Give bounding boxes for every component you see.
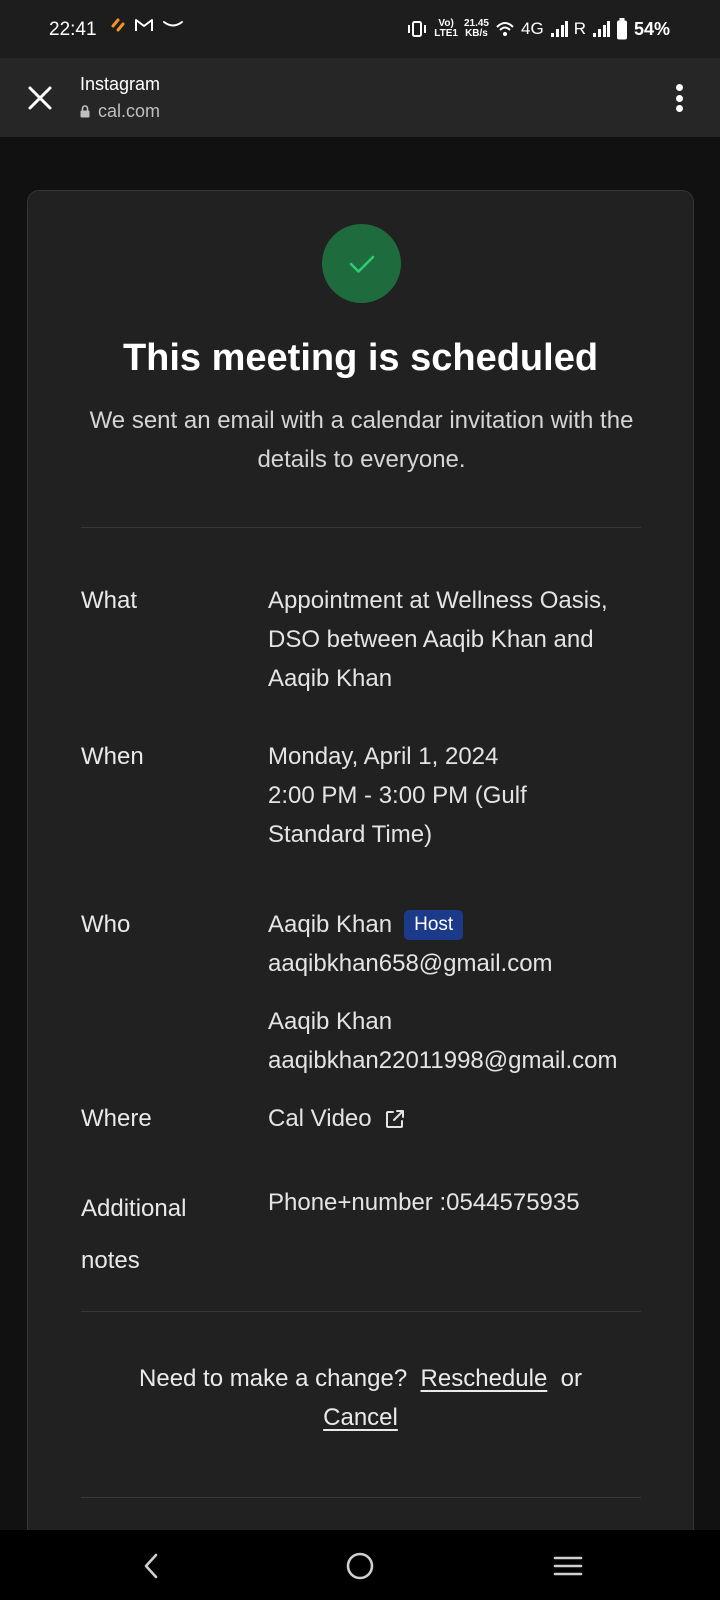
where-value: Cal Video xyxy=(268,1099,698,1138)
attendee-name: Aaqib Khan xyxy=(268,1008,393,1035)
network-type: 4G xyxy=(521,19,544,38)
battery-percent: 54% xyxy=(633,18,670,39)
home-icon xyxy=(346,1552,374,1580)
reschedule-link[interactable]: Reschedule xyxy=(421,1365,548,1392)
where-label: Where xyxy=(81,1105,152,1132)
back-icon xyxy=(144,1553,158,1579)
gmail-icon xyxy=(135,19,153,31)
notification-icons xyxy=(110,17,184,33)
web-content: This meeting is scheduled We sent an ema… xyxy=(0,137,720,1530)
home-button[interactable] xyxy=(340,1546,380,1586)
who-host: Aaqib Khan Host aaqibkhan658@gmail.com xyxy=(268,905,698,983)
back-button[interactable] xyxy=(131,1546,171,1586)
cancel-link[interactable]: Cancel xyxy=(323,1404,398,1431)
booking-success-card: This meeting is scheduled We sent an ema… xyxy=(27,190,694,1530)
notes-label: Additional notes xyxy=(81,1195,187,1274)
lock-icon xyxy=(80,105,90,118)
battery-icon xyxy=(616,18,627,40)
divider xyxy=(81,527,641,528)
recents-icon xyxy=(553,1556,583,1576)
when-time: 2:00 PM - 3:00 PM (Gulf Standard Time) xyxy=(268,782,527,848)
net-speed: 21.45 KB/s xyxy=(464,19,489,39)
external-link-icon xyxy=(385,1109,404,1128)
status-time: 22:41 xyxy=(49,19,97,40)
volte-indicator: Vo) LTE1 xyxy=(434,19,458,39)
url-text: cal.com xyxy=(98,101,161,121)
status-bar: 22:41 Vo) LTE1 21.45 KB/s 4G R 54% xyxy=(0,0,720,58)
success-badge xyxy=(322,224,401,303)
notes-value: Phone+number :0544575935 xyxy=(268,1189,580,1216)
lte-label: LTE1 xyxy=(434,28,458,39)
when-date: Monday, April 1, 2024 xyxy=(268,743,499,770)
divider xyxy=(81,1497,641,1498)
system-nav-bar xyxy=(0,1530,720,1600)
vibrate-icon xyxy=(408,21,427,37)
recents-button[interactable] xyxy=(548,1546,588,1586)
status-indicators: Vo) LTE1 21.45 KB/s 4G R 54% xyxy=(406,14,720,44)
wifi-icon xyxy=(496,22,514,36)
amazon-icon xyxy=(163,21,183,27)
when-label: When xyxy=(81,743,144,770)
host-line: Aaqib Khan Host xyxy=(268,905,698,944)
divider xyxy=(81,1311,641,1312)
close-button[interactable] xyxy=(22,80,58,116)
page-title: Instagram xyxy=(80,74,161,94)
page-url[interactable]: cal.com xyxy=(80,101,160,122)
cal-video-link[interactable]: Cal Video xyxy=(268,1099,406,1138)
host-email: aaqibkhan658@gmail.com xyxy=(268,950,553,977)
signal-icon-2 xyxy=(592,21,610,37)
roaming-indicator: R xyxy=(573,19,586,38)
net-speed-unit: KB/s xyxy=(465,28,488,39)
or-text: or xyxy=(560,1365,582,1392)
booking-subtitle: We sent an email with a calendar invitat… xyxy=(89,407,634,473)
host-badge: Host xyxy=(404,910,464,940)
host-name: Aaqib Khan xyxy=(268,911,393,938)
cal-video-label: Cal Video xyxy=(268,1105,372,1132)
check-icon xyxy=(349,255,374,273)
booking-title: This meeting is scheduled xyxy=(122,337,599,379)
what-value: Appointment at Wellness Oasis, DSO betwe… xyxy=(268,587,608,692)
change-prompt: Need to make a change? Reschedule or Can… xyxy=(28,1359,693,1437)
close-icon xyxy=(28,86,52,110)
change-prompt-text: Need to make a change? xyxy=(139,1365,408,1392)
who-attendee: Aaqib Khan aaqibkhan22011998@gmail.com xyxy=(268,1002,698,1080)
attendee-email: aaqibkhan22011998@gmail.com xyxy=(268,1047,618,1074)
signal-icon xyxy=(550,21,568,37)
app-notification-icon xyxy=(111,18,125,32)
what-label: What xyxy=(81,587,138,614)
more-options-button[interactable] xyxy=(664,80,694,116)
more-vertical-icon xyxy=(675,84,683,91)
when-value: Monday, April 1, 2024 2:00 PM - 3:00 PM … xyxy=(268,737,628,854)
browser-toolbar: Instagram cal.com xyxy=(0,58,720,137)
who-label: Who xyxy=(81,911,131,938)
